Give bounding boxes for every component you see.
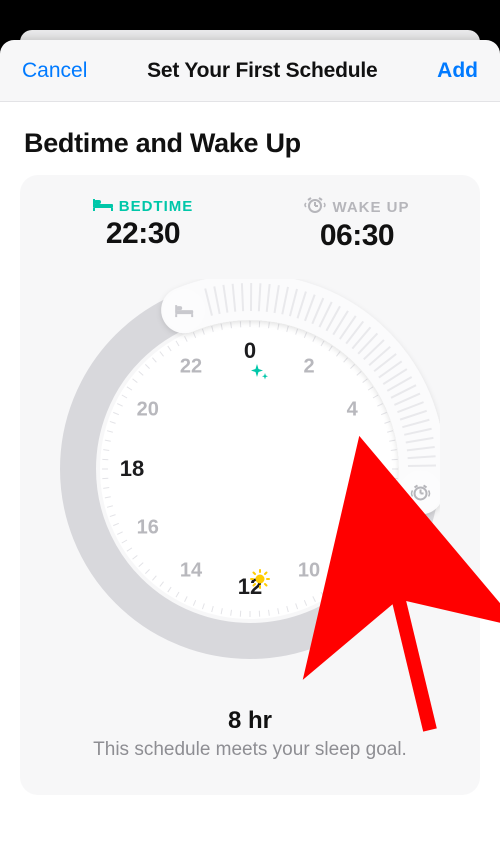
- hour-10: 10: [298, 560, 320, 583]
- hour-0: 0: [244, 338, 256, 364]
- hour-14: 14: [180, 560, 202, 583]
- hour-labels: 0246810121416182022: [60, 279, 440, 659]
- nav-title: Set Your First Schedule: [147, 59, 377, 83]
- wakeup-value: 06:30: [282, 219, 432, 253]
- bedtime-value: 22:30: [68, 217, 218, 251]
- goal-message: This schedule meets your sleep goal.: [38, 739, 462, 761]
- alarm-icon: [304, 197, 326, 217]
- wakeup-block: WAKE UP 06:30: [282, 197, 432, 253]
- hour-22: 22: [180, 355, 202, 378]
- hour-18: 18: [120, 456, 144, 482]
- sleep-dial[interactable]: 0246810121416182022: [60, 279, 440, 659]
- bedtime-block: BEDTIME 22:30: [68, 197, 218, 253]
- add-button[interactable]: Add: [437, 59, 478, 83]
- cancel-button[interactable]: Cancel: [22, 59, 87, 83]
- schedule-card: BEDTIME 22:30 WAKE UP 06:30: [20, 175, 480, 795]
- bed-icon: [93, 197, 113, 215]
- hour-8: 8: [347, 517, 358, 540]
- hour-6: 6: [362, 456, 374, 482]
- wakeup-label: WAKE UP: [332, 199, 409, 216]
- hour-20: 20: [137, 399, 159, 422]
- hour-16: 16: [137, 517, 159, 540]
- duration-label: 8 hr: [38, 707, 462, 735]
- page-title: Bedtime and Wake Up: [24, 128, 480, 159]
- hour-4: 4: [347, 399, 358, 422]
- modal-sheet: Cancel Set Your First Schedule Add Bedti…: [0, 40, 500, 842]
- nav-bar: Cancel Set Your First Schedule Add: [0, 40, 500, 102]
- hour-2: 2: [303, 355, 314, 378]
- bedtime-label: BEDTIME: [119, 198, 194, 215]
